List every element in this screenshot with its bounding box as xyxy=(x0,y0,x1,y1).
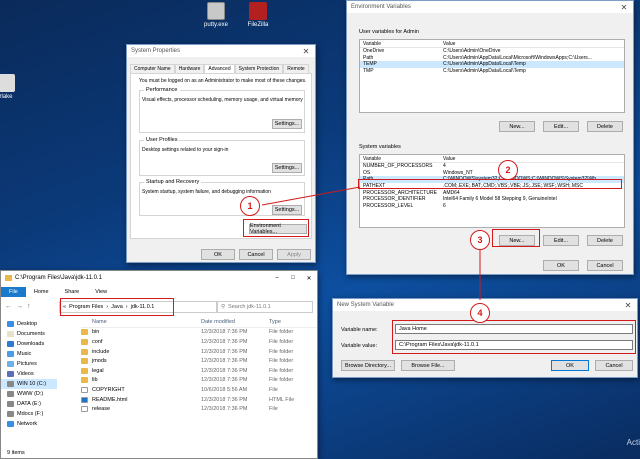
annotation-connectors xyxy=(261,186,481,300)
annotation-2: 2 xyxy=(498,160,518,180)
annotation-4: 4 xyxy=(470,303,490,323)
annotation-1: 1 xyxy=(240,196,260,216)
annotation-3: 3 xyxy=(470,230,490,250)
